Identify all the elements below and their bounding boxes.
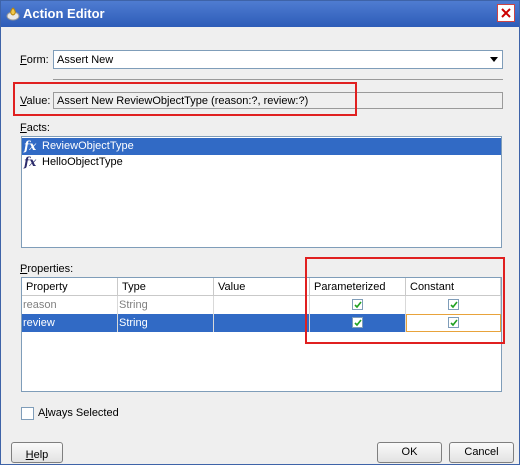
annotation-box-value	[13, 82, 357, 116]
table-cell-value[interactable]	[214, 296, 310, 314]
help-button[interactable]: Help	[11, 442, 63, 463]
close-icon	[501, 8, 511, 18]
ok-button[interactable]: OK	[377, 442, 442, 463]
always-selected-label[interactable]: Always Selected	[38, 407, 119, 419]
column-header-type[interactable]: Type	[118, 278, 214, 296]
always-selected-checkbox[interactable]	[21, 407, 34, 420]
close-button[interactable]	[497, 4, 515, 22]
table-cell-property[interactable]: review	[22, 314, 118, 332]
facts-label: Facts:	[20, 122, 50, 134]
column-header-property[interactable]: Property	[22, 278, 118, 296]
form-select[interactable]: Assert New	[53, 50, 503, 69]
fx-icon: fx	[24, 139, 37, 153]
fact-name: HelloObjectType	[42, 156, 123, 168]
annotation-box-properties	[305, 257, 505, 344]
column-header-value[interactable]: Value	[214, 278, 310, 296]
table-cell-property[interactable]: reason	[22, 296, 118, 314]
table-cell-type[interactable]: String	[118, 296, 214, 314]
list-item[interactable]: fx ReviewObjectType	[22, 138, 501, 155]
chevron-down-icon[interactable]	[490, 57, 498, 62]
facts-list[interactable]: fx ReviewObjectType fx HelloObjectType	[21, 136, 502, 248]
table-cell-type[interactable]: String	[118, 314, 214, 332]
table-cell-value[interactable]	[214, 314, 310, 332]
window-title: Action Editor	[23, 6, 105, 21]
properties-label: Properties:	[20, 263, 74, 275]
form-select-value: Assert New	[57, 54, 114, 66]
action-editor-dialog: Action Editor Form: Assert New Value: As…	[0, 0, 520, 465]
cancel-button[interactable]: Cancel	[449, 442, 514, 463]
title-bar: Action Editor	[1, 1, 519, 27]
list-item[interactable]: fx HelloObjectType	[22, 154, 501, 171]
app-icon	[6, 7, 20, 21]
fx-icon: fx	[24, 155, 37, 169]
separator	[53, 79, 503, 80]
form-label: Form:	[20, 54, 49, 66]
fact-name: ReviewObjectType	[42, 140, 134, 152]
